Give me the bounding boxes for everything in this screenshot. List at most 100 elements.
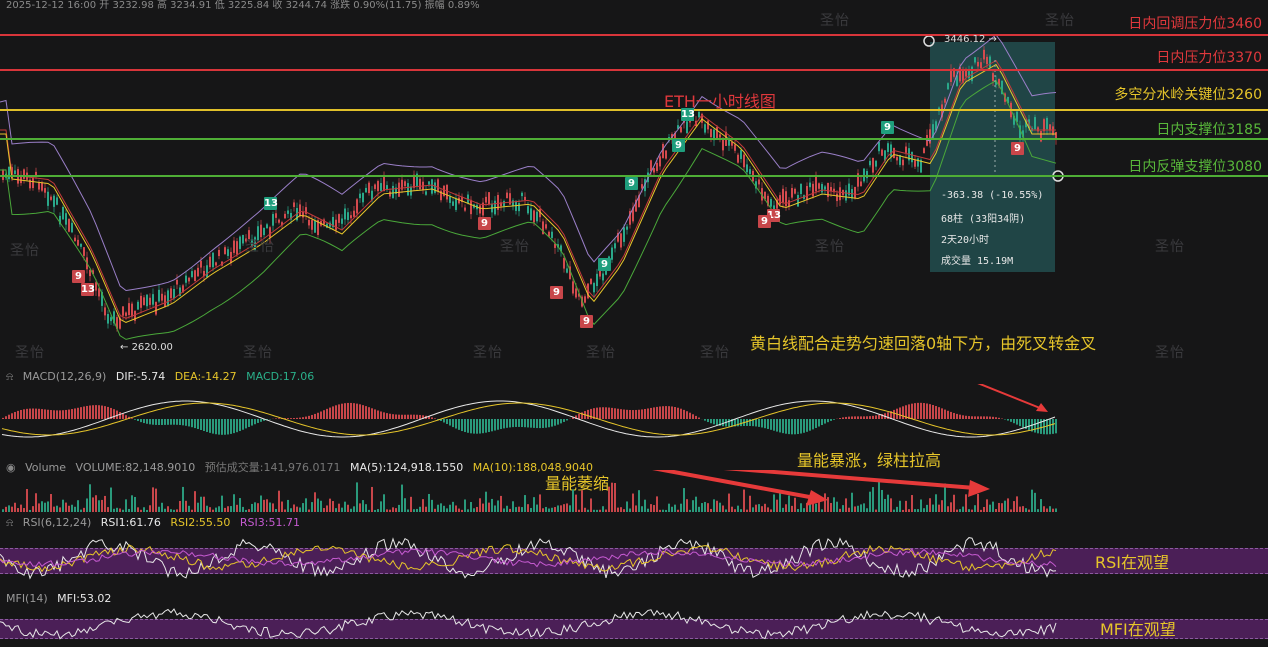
macd-legend[interactable]: ⍾ MACD(12,26,9) DIF:-5.74 DEA:-14.27 MAC…: [6, 370, 320, 384]
volume-bar: [644, 499, 646, 512]
volume-bar: [167, 506, 169, 512]
level-line-3370[interactable]: [0, 69, 1268, 71]
volume-bar: [731, 506, 733, 512]
macd-bar: [614, 408, 616, 419]
rsi-chart[interactable]: [0, 530, 1268, 586]
volume-bar: [398, 504, 400, 512]
volume-bar: [194, 491, 196, 512]
volume-bar: [434, 508, 436, 512]
watermark: 圣怡: [815, 239, 845, 255]
macd-bar: [815, 419, 817, 428]
volume-bar: [374, 509, 376, 512]
ma-line: [0, 59, 1056, 319]
macd-bar: [626, 409, 628, 419]
macd-bar: [857, 416, 859, 419]
macd-bar: [986, 416, 988, 419]
macd-bar: [218, 419, 220, 435]
volume-bar: [638, 490, 640, 512]
macd-bar: [197, 419, 199, 430]
candle: [656, 162, 658, 172]
rsi-legend[interactable]: ⍾ RSI(6,12,24) RSI1:61.76 RSI2:55.50 RSI…: [6, 516, 306, 530]
volume-bar: [593, 509, 595, 512]
macd-bar: [383, 412, 385, 419]
volume-bar: [50, 494, 52, 512]
volume-bar: [251, 503, 253, 512]
macd-bar: [35, 408, 37, 419]
level-line-3460[interactable]: [0, 34, 1268, 36]
macd-bar: [503, 419, 505, 429]
macd-bar: [842, 417, 844, 419]
candle: [185, 275, 187, 283]
macd-bar: [959, 414, 961, 419]
volume-bar: [89, 484, 91, 512]
candle: [176, 279, 178, 285]
volume-bar: [317, 498, 319, 512]
volume-bar: [530, 507, 532, 512]
candle: [128, 303, 130, 315]
macd-bar: [824, 419, 826, 424]
volume-bar: [719, 502, 721, 512]
candle: [518, 203, 520, 212]
candle: [242, 235, 244, 244]
macd-bar: [914, 403, 916, 419]
candle: [398, 182, 400, 197]
macd-bar: [485, 419, 487, 433]
macd-bar: [665, 406, 667, 419]
level-line-3185[interactable]: [0, 138, 1268, 140]
macd-bar: [170, 419, 172, 425]
macd-bar: [827, 419, 829, 423]
watermark: 圣怡: [15, 345, 45, 361]
bell-icon[interactable]: ⍾: [6, 516, 13, 529]
macd-bar: [296, 417, 298, 419]
volume-bar: [641, 506, 643, 512]
volume-bar: [440, 503, 442, 512]
macd-bar: [908, 404, 910, 419]
volume-chart[interactable]: [0, 470, 1268, 512]
candle: [71, 222, 73, 233]
candle: [110, 317, 112, 322]
candle: [950, 69, 952, 82]
watermark: 圣怡: [1155, 345, 1185, 361]
candles: [2, 46, 1057, 332]
td-label: 13: [264, 197, 278, 210]
candle: [38, 182, 40, 190]
candle: [188, 277, 190, 282]
macd-bar: [83, 406, 85, 419]
level-line-3260[interactable]: [0, 109, 1268, 111]
macd-bar: [56, 410, 58, 419]
macd-bar: [209, 419, 211, 433]
volume-bar: [551, 507, 553, 512]
candle: [230, 251, 232, 264]
candle: [1037, 127, 1039, 132]
volume-bar: [392, 507, 394, 512]
macd-bar: [773, 419, 775, 431]
candle: [626, 226, 628, 230]
volume-bar: [443, 505, 445, 512]
macd-bar: [173, 419, 175, 425]
mfi-chart[interactable]: [0, 604, 1268, 647]
macd-bar: [356, 403, 358, 419]
volume-bar: [653, 505, 655, 512]
bell-icon[interactable]: ⍾: [6, 370, 13, 383]
macd-bar: [716, 419, 718, 426]
volume-bar: [26, 489, 28, 512]
macd-bar: [596, 407, 598, 419]
candle: [782, 188, 784, 203]
candle: [572, 281, 574, 294]
macd-chart[interactable]: [0, 384, 1268, 454]
volume-bar: [797, 509, 799, 512]
macd-bar: [359, 404, 361, 419]
volume-bar: [563, 504, 565, 512]
candle: [194, 270, 196, 282]
volume-bar: [242, 506, 244, 512]
candle: [704, 124, 706, 133]
macd-bar: [224, 419, 226, 435]
volume-bar: [980, 509, 982, 512]
volume-bar: [2, 509, 4, 512]
candle: [797, 195, 799, 207]
volume-bar: [41, 501, 43, 512]
macd-bar: [59, 410, 61, 419]
macd-bar: [23, 409, 25, 419]
volume-bar: [215, 507, 217, 512]
macd-bar: [179, 419, 181, 425]
